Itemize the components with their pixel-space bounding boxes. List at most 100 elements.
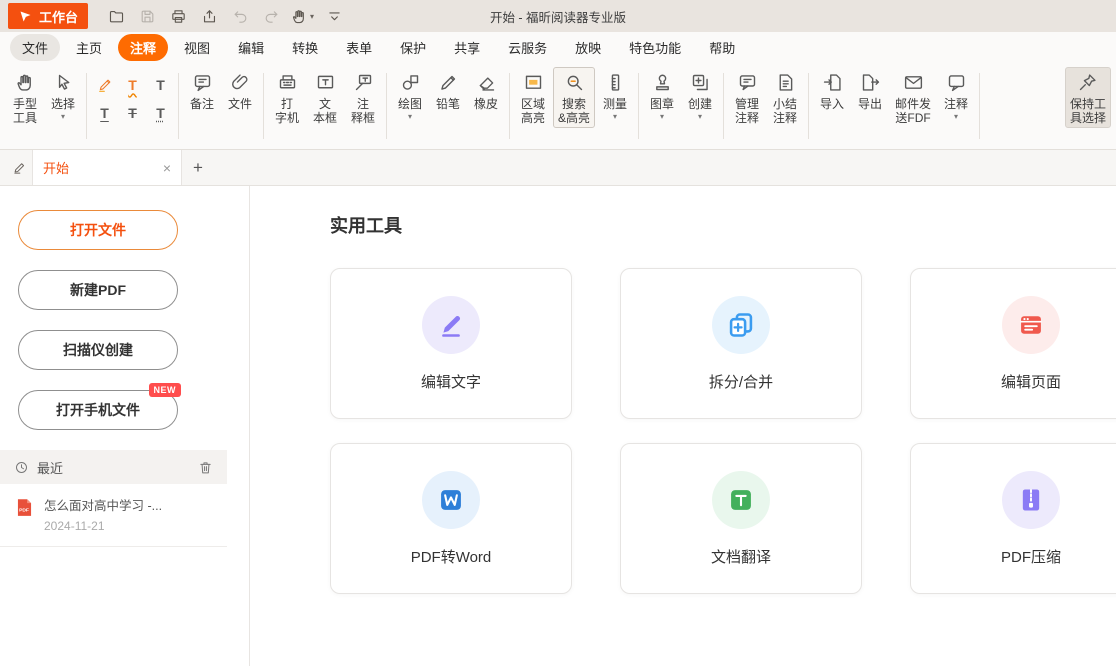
search-highlight-icon — [564, 72, 585, 93]
comments-icon — [946, 72, 967, 93]
email-fdf-button[interactable]: 邮件发送FDF — [890, 67, 936, 128]
squiggly-underline-button[interactable]: T — [120, 72, 145, 97]
select-icon — [53, 72, 74, 93]
ribbon-group-select-tools: 手型工具选择▾ — [4, 67, 84, 145]
redo-icon — [263, 8, 280, 25]
menu-tab-view[interactable]: 视图 — [172, 34, 222, 61]
card-edit-text[interactable]: 编辑文字 — [330, 268, 572, 419]
draw-icon — [400, 72, 421, 93]
redo-button — [257, 3, 285, 29]
note-button[interactable]: 备注 — [184, 67, 220, 114]
tool-cards-grid: 编辑文字拆分/合并 编辑页面 PDF转Word 文档翻译 PDF压缩 — [330, 268, 1116, 594]
card-label: 拆分/合并 — [709, 371, 773, 392]
menu-tab-help[interactable]: 帮助 — [697, 34, 747, 61]
ribbon-group-text-boxes: 打字机文本框注释框 — [266, 67, 384, 145]
menu-tab-protect[interactable]: 保护 — [388, 34, 438, 61]
import-comments-button[interactable]: 导入 — [814, 67, 850, 114]
menu-tab-features[interactable]: 特色功能 — [617, 34, 693, 61]
search-highlight-button[interactable]: 搜索&高亮 — [553, 67, 595, 128]
menu-tab-present[interactable]: 放映 — [563, 34, 613, 61]
tab-start[interactable]: 开始 × — [32, 150, 182, 185]
text-markup-grid: TTTTT — [92, 72, 173, 125]
card-split-merge-icon — [712, 296, 770, 354]
share-export-button[interactable] — [195, 3, 223, 29]
card-edit-text-icon — [422, 296, 480, 354]
page-title: 实用工具 — [330, 212, 1116, 238]
menu-tab-form[interactable]: 表单 — [334, 34, 384, 61]
annotate-pen-icon[interactable] — [6, 160, 32, 175]
print-button[interactable] — [164, 3, 192, 29]
close-tab-icon[interactable]: × — [163, 161, 171, 175]
attach-icon — [230, 72, 251, 93]
stamp-button[interactable]: 图章▾ — [644, 67, 680, 124]
area-highlight-button[interactable]: 区域高亮 — [515, 67, 551, 128]
create-stamp-button[interactable]: 创建▾ — [682, 67, 718, 124]
hand-tool-button[interactable]: 手型工具 — [7, 67, 43, 128]
ribbon-group-highlight-measure: 区域高亮搜索&高亮测量▾ — [512, 67, 636, 145]
export-comments-button[interactable]: 导出 — [852, 67, 888, 114]
side-btn-label: 打开文件 — [70, 220, 126, 240]
typewriter-button[interactable]: 打字机 — [269, 67, 305, 128]
open-mobile-file-button[interactable]: 打开手机文件NEW — [18, 390, 178, 430]
draw-button[interactable]: 绘图▾ — [392, 67, 428, 124]
card-pdf-compress[interactable]: PDF压缩 — [910, 443, 1116, 594]
callout-button[interactable]: 注释框 — [345, 67, 381, 128]
menu-tab-file[interactable]: 文件 — [10, 34, 60, 61]
tab-start-label: 开始 — [43, 158, 69, 177]
keep-tool-selected-button[interactable]: 保持工具选择 — [1065, 67, 1111, 128]
menu-tab-comment[interactable]: 注释 — [118, 34, 168, 61]
open-file-button[interactable] — [102, 3, 130, 29]
card-edit-page-icon — [1002, 296, 1060, 354]
sidebar-actions: 打开文件新建PDF 扫描仪创建打开手机文件NEW — [0, 210, 249, 430]
workspace-button[interactable]: 工作台 — [8, 3, 88, 29]
file-attachment-button[interactable]: 文件 — [222, 67, 258, 114]
select-button[interactable]: 选择▾ — [45, 67, 81, 124]
underline-button[interactable]: T — [92, 100, 117, 125]
dropdown-caret-icon: ▾ — [310, 12, 314, 21]
create-icon — [690, 72, 711, 93]
group-separator — [638, 73, 639, 139]
card-pdf-to-word[interactable]: PDF转Word — [330, 443, 572, 594]
recent-section-header: 最近 — [0, 450, 227, 484]
document-tabbar: 开始 × + — [0, 150, 1116, 186]
card-word-icon — [422, 471, 480, 529]
ribbon-group-comment-management: 管理注释小结注释 — [726, 67, 806, 145]
insert-text-button[interactable]: T — [148, 72, 173, 97]
clear-recent-trash-icon[interactable] — [198, 460, 213, 475]
typewriter-icon — [277, 72, 298, 93]
foxit-logo-icon — [18, 9, 33, 24]
undo-button — [226, 3, 254, 29]
new-tab-button[interactable]: + — [182, 158, 214, 178]
group-separator — [979, 73, 980, 139]
menu-tab-edit[interactable]: 编辑 — [226, 34, 276, 61]
folder-open-icon — [108, 8, 125, 25]
comments-button[interactable]: 注释▾ — [938, 67, 974, 124]
card-edit-page[interactable]: 编辑页面 — [910, 268, 1116, 419]
card-doc-translate[interactable]: 文档翻译 — [620, 443, 862, 594]
card-split-merge[interactable]: 拆分/合并 — [620, 268, 862, 419]
ribbon-group-stamps: 图章▾创建▾ — [641, 67, 721, 145]
pencil-button[interactable]: 铅笔 — [430, 67, 466, 114]
menu-tab-convert[interactable]: 转换 — [280, 34, 330, 61]
strikeout-button[interactable]: T — [120, 100, 145, 125]
measure-button[interactable]: 测量▾ — [597, 67, 633, 124]
customize-toolbar-button[interactable] — [320, 3, 348, 29]
scanner-create-button[interactable]: 扫描仪创建 — [18, 330, 178, 370]
card-label: PDF压缩 — [1001, 546, 1061, 567]
open-file-button[interactable]: 打开文件 — [18, 210, 178, 250]
new-pdf-button[interactable]: 新建PDF — [18, 270, 178, 310]
hand-tool-quick-button[interactable]: ▾ — [288, 3, 317, 29]
recent-file-item[interactable]: PDF 怎么面对高中学习 -... 2024-11-21 — [0, 484, 227, 547]
highlight-button[interactable] — [92, 72, 117, 97]
menu-tab-home[interactable]: 主页 — [64, 34, 114, 61]
manage-comments-button[interactable]: 管理注释 — [729, 67, 765, 128]
replace-text-button[interactable]: T — [148, 100, 173, 125]
stamp-icon — [652, 72, 673, 93]
menu-tab-share[interactable]: 共享 — [442, 34, 492, 61]
textbox-button[interactable]: 文本框 — [307, 67, 343, 128]
import-icon — [822, 72, 843, 93]
recent-file-date: 2024-11-21 — [44, 519, 162, 533]
summarize-comments-button[interactable]: 小结注释 — [767, 67, 803, 128]
eraser-button[interactable]: 橡皮 — [468, 67, 504, 114]
menu-tab-cloud[interactable]: 云服务 — [496, 34, 559, 61]
